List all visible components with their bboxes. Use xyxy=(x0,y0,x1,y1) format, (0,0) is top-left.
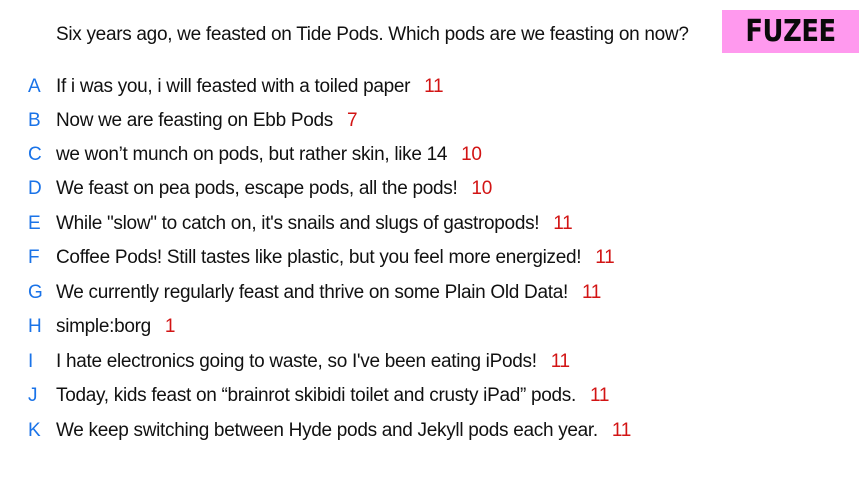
answer-letter: K xyxy=(28,420,41,441)
answer-text: Today, kids feast on “brainrot skibidi t… xyxy=(56,385,576,406)
answer-letter: H xyxy=(28,316,42,337)
answer-letter: F xyxy=(28,247,40,268)
answer-letter: E xyxy=(28,213,41,234)
answer-text: simple:borg xyxy=(56,316,151,337)
answer-row-b: B Now we are feasting on Ebb Pods 7 xyxy=(0,107,864,135)
answer-row-j: J Today, kids feast on “brainrot skibidi… xyxy=(0,382,864,410)
vote-count: 11 xyxy=(424,76,444,97)
answer-row-e: E While "slow" to catch on, it's snails … xyxy=(0,210,864,238)
vote-count: 11 xyxy=(553,213,573,234)
question-text: Six years ago, we feasted on Tide Pods. … xyxy=(56,24,689,45)
answer-text: I hate electronics going to waste, so I'… xyxy=(56,351,537,372)
answer-row-i: I I hate electronics going to waste, so … xyxy=(0,348,864,376)
answer-text: We currently regularly feast and thrive … xyxy=(56,282,568,303)
answer-row-a: A If i was you, i will feasted with a to… xyxy=(0,73,864,101)
answer-text: We feast on pea pods, escape pods, all t… xyxy=(56,178,458,199)
vote-count: 11 xyxy=(611,420,632,441)
vote-count: 11 xyxy=(550,351,570,372)
vote-count: 1 xyxy=(164,316,176,337)
vote-count: 10 xyxy=(461,144,482,165)
vote-count: 11 xyxy=(581,282,602,303)
answer-letter: G xyxy=(28,282,43,303)
answer-letter: A xyxy=(28,76,41,97)
fuzee-logo: FUZEE xyxy=(722,10,859,53)
vote-count: 11 xyxy=(589,385,610,406)
answer-row-c: C we won’t munch on pods, but rather ski… xyxy=(0,141,864,169)
answer-row-f: F Coffee Pods! Still tastes like plastic… xyxy=(0,244,864,272)
answer-letter: B xyxy=(28,110,41,131)
answer-letter: D xyxy=(28,178,42,199)
vote-count: 11 xyxy=(595,247,615,268)
answer-row-h: H simple:borg 1 xyxy=(0,313,864,341)
answer-row-k: K We keep switching between Hyde pods an… xyxy=(0,417,864,445)
answer-text: If i was you, i will feasted with a toil… xyxy=(56,76,411,97)
answer-letter: J xyxy=(28,385,38,406)
vote-count: 10 xyxy=(471,178,492,199)
answer-text: Coffee Pods! Still tastes like plastic, … xyxy=(56,247,582,268)
answer-letter: I xyxy=(28,351,34,372)
answer-text: we won’t munch on pods, but rather skin,… xyxy=(56,144,448,165)
answer-row-g: G We currently regularly feast and thriv… xyxy=(0,279,864,307)
vote-count: 7 xyxy=(346,110,358,131)
logo-text: FUZEE xyxy=(745,14,836,49)
answer-text: We keep switching between Hyde pods and … xyxy=(56,420,598,441)
answer-text: Now we are feasting on Ebb Pods xyxy=(56,110,333,131)
answer-row-d: D We feast on pea pods, escape pods, all… xyxy=(0,175,864,203)
answer-text: While "slow" to catch on, it's snails an… xyxy=(56,213,540,234)
answer-letter: C xyxy=(28,144,42,165)
